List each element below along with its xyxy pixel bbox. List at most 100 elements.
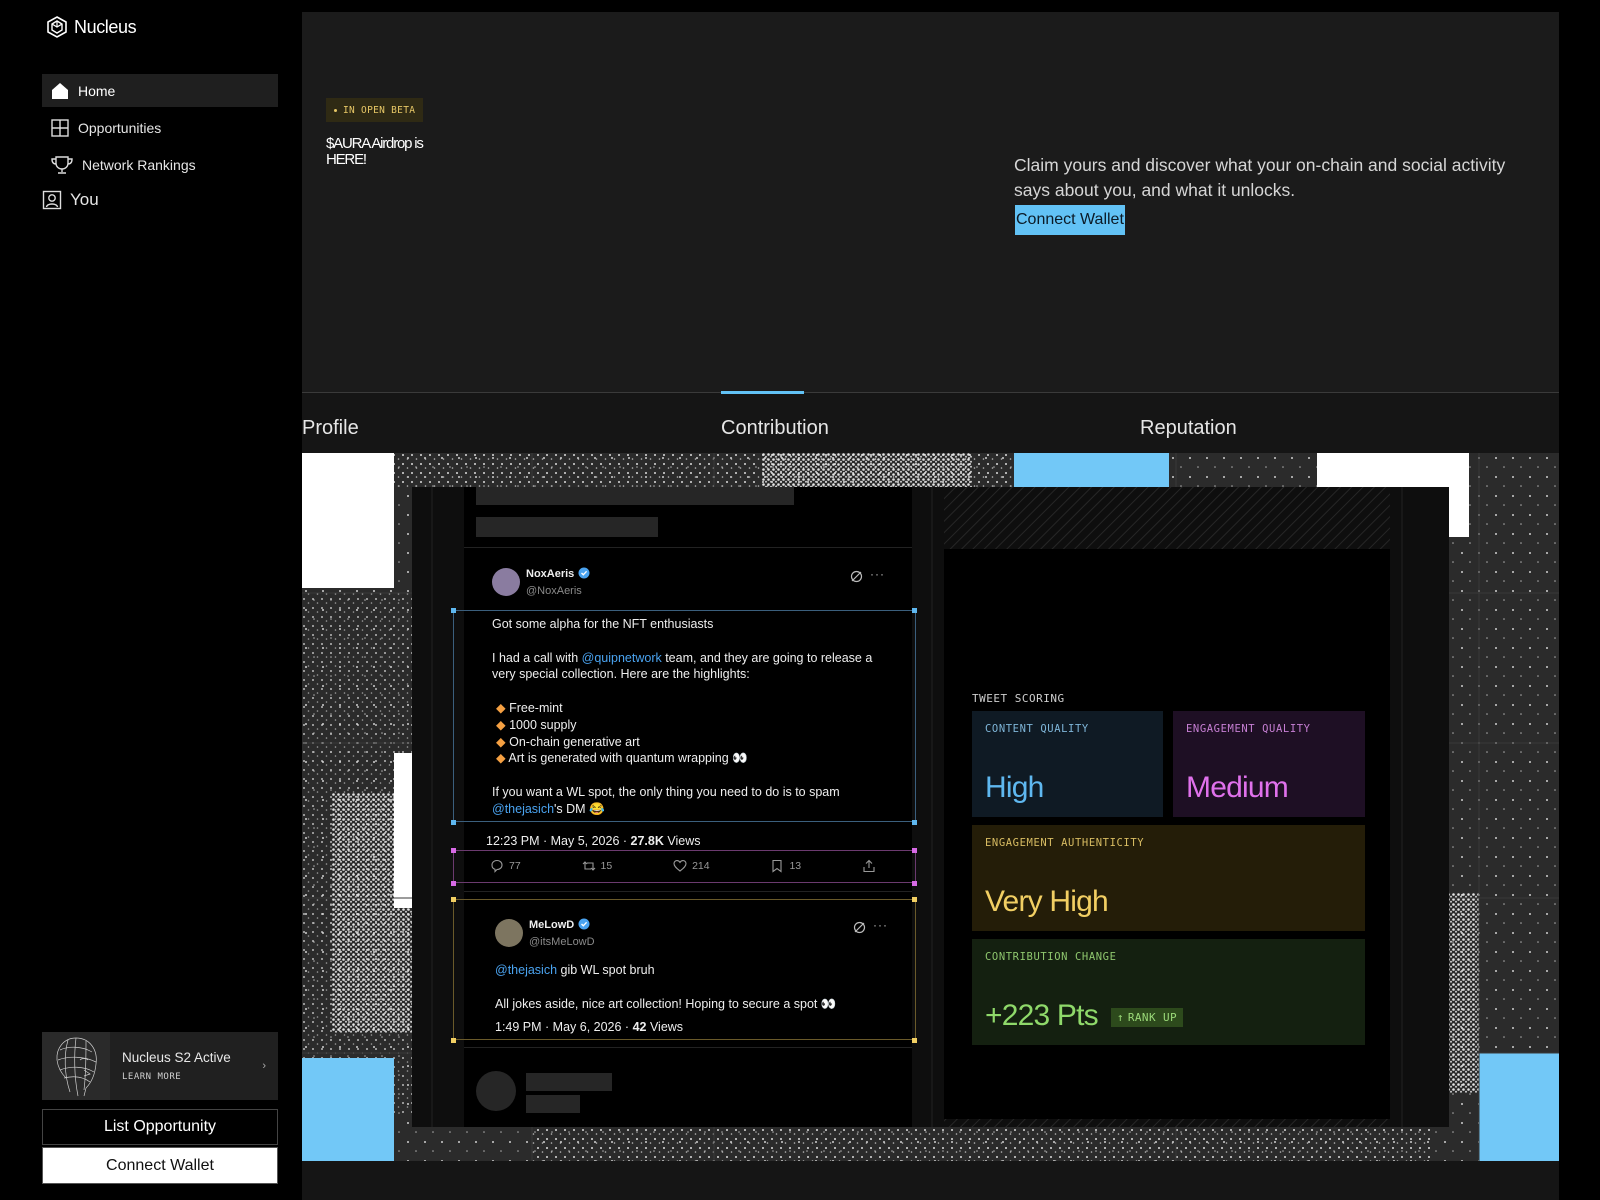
promo-title: Nucleus S2 Active bbox=[122, 1050, 231, 1065]
reply-icon bbox=[491, 859, 503, 873]
beta-badge-label: IN OPEN BETA bbox=[343, 104, 416, 116]
retweet-count: 15 bbox=[600, 860, 613, 872]
diamond-icon: ◆ bbox=[496, 717, 506, 732]
bookmark-button[interactable]: 13 bbox=[770, 859, 801, 873]
reply-body: @thejasich gib WL spot bruh All jokes as… bbox=[495, 962, 895, 1012]
card-value-row: +223 Pts ↑ RANK UP bbox=[985, 999, 1184, 1033]
arrow-up-icon: ↑ bbox=[1116, 1010, 1124, 1024]
mention-link[interactable]: @thejasich bbox=[492, 802, 554, 816]
card-label: ENGAGEMENT QUALITY bbox=[1186, 723, 1311, 735]
share-button[interactable] bbox=[862, 859, 876, 873]
retweet-button[interactable]: 15 bbox=[582, 859, 613, 873]
hero-connect-wallet-button[interactable]: Connect Wallet bbox=[1015, 205, 1125, 235]
sidebar: Nucleus Home Opportunities Network Ranki… bbox=[0, 0, 302, 1200]
avatar[interactable] bbox=[492, 568, 520, 596]
avatar[interactable] bbox=[495, 919, 523, 947]
views-label: Views bbox=[663, 834, 701, 848]
list-item-text: On-chain generative art bbox=[509, 734, 640, 749]
list-item-text: Free-mint bbox=[509, 700, 563, 715]
sidebar-connect-wallet-button[interactable]: Connect Wallet bbox=[42, 1147, 278, 1184]
placeholder-bar bbox=[476, 487, 794, 505]
diamond-icon: ◆ bbox=[496, 751, 506, 766]
nucleus-logo-icon bbox=[47, 16, 67, 38]
placeholder-bar bbox=[526, 1095, 580, 1113]
nav-item-you[interactable]: You bbox=[42, 185, 278, 215]
reply-button[interactable]: 77 bbox=[490, 859, 521, 873]
hero-title: $AURA Airdrop is HERE! bbox=[326, 135, 424, 168]
selection-handle bbox=[912, 848, 917, 853]
mention-link[interactable]: @thejasich bbox=[495, 963, 557, 977]
heart-icon bbox=[673, 860, 687, 872]
placeholder-bar bbox=[476, 517, 658, 537]
bookmark-count: 13 bbox=[789, 860, 802, 872]
selection-handle bbox=[451, 881, 456, 886]
grok-icon[interactable] bbox=[853, 921, 866, 934]
nav-item-opportunities[interactable]: Opportunities bbox=[42, 111, 278, 144]
nav-label: Opportunities bbox=[78, 119, 162, 136]
demo-frame: NoxAeris @NoxAeris ··· Got some alpha fo… bbox=[412, 487, 1449, 1127]
views-count: 42 bbox=[632, 1020, 647, 1034]
nav-label: You bbox=[70, 190, 99, 209]
verified-badge-icon bbox=[578, 567, 590, 579]
list-item: ◆ Art is generated with quantum wrapping… bbox=[496, 750, 892, 767]
selection-handle bbox=[912, 820, 917, 825]
promo-card[interactable]: Nucleus S2 Active LEARN MORE › bbox=[42, 1032, 278, 1100]
divider bbox=[464, 891, 912, 892]
tweet-author-handle: @NoxAeris bbox=[526, 584, 582, 597]
nav-item-network-rankings[interactable]: Network Rankings bbox=[42, 148, 278, 181]
selection-handle bbox=[912, 608, 917, 613]
grok-icon[interactable] bbox=[850, 570, 863, 583]
home-icon bbox=[52, 82, 68, 99]
card-value: Medium bbox=[1186, 771, 1289, 804]
tweet-text: All jokes aside, nice art collection! Ho… bbox=[495, 996, 837, 1011]
card-value: +223 Pts bbox=[985, 999, 1099, 1032]
selection-handle bbox=[451, 848, 456, 853]
more-options-icon[interactable]: ··· bbox=[873, 918, 888, 932]
selection-handle bbox=[451, 820, 456, 825]
engagement-quality-card: ENGAGEMENT QUALITY Medium bbox=[1173, 711, 1365, 817]
more-options-icon[interactable]: ··· bbox=[870, 567, 885, 581]
selection-handle bbox=[912, 881, 917, 886]
tweet-author: MeLowD @itsMeLowD bbox=[529, 916, 595, 951]
rank-up-badge: ↑ RANK UP bbox=[1110, 1007, 1184, 1027]
user-icon bbox=[42, 190, 62, 210]
hero-description: Claim yours and discover what your on-ch… bbox=[1014, 155, 1506, 200]
logo[interactable]: Nucleus bbox=[47, 16, 137, 38]
tweet-author-name[interactable]: NoxAeris bbox=[526, 568, 574, 580]
like-button[interactable]: 214 bbox=[673, 859, 710, 873]
views-count: 27.8K bbox=[630, 834, 664, 848]
promo-thumbnail bbox=[42, 1032, 110, 1100]
promo-learn-more[interactable]: LEARN MORE bbox=[122, 1072, 262, 1082]
mention-link[interactable]: @quipnetwork bbox=[582, 651, 662, 665]
selection-handle bbox=[451, 1038, 456, 1043]
nav-label: Home bbox=[78, 82, 116, 99]
app-name: Nucleus bbox=[74, 16, 137, 37]
tweet-actions: 77 15 214 13 bbox=[490, 859, 876, 873]
tweet-text-part: gib WL spot bruh bbox=[557, 963, 655, 977]
list-item: ◆ 1000 supply bbox=[496, 717, 892, 734]
tweet-text-part: I had a call with bbox=[492, 650, 582, 665]
tweet-text: Got some alpha for the NFT enthusiasts bbox=[492, 617, 714, 631]
views-label: Views bbox=[646, 1020, 684, 1034]
nav-item-home[interactable]: Home bbox=[42, 74, 278, 107]
tweet-author-name[interactable]: MeLowD bbox=[529, 919, 574, 931]
timestamp-text: 1:49 PM · May 6, 2026 · bbox=[495, 1020, 633, 1034]
verified-badge-icon bbox=[578, 918, 590, 930]
tweet-text: @thejasich gib WL spot bruh bbox=[495, 962, 895, 979]
tweet-text-part: 's DM 😂 bbox=[554, 801, 605, 816]
hero-banner: IN OPEN BETA $AURA Airdrop is HERE! Clai… bbox=[302, 12, 1559, 392]
list-item: ◆ Free-mint bbox=[496, 700, 892, 717]
card-value: High bbox=[985, 771, 1044, 804]
grid-icon bbox=[51, 118, 69, 137]
engagement-authenticity-card: ENGAGEMENT AUTHENTICITY Very High bbox=[972, 825, 1365, 931]
divider bbox=[464, 547, 912, 548]
list-item-text: Art is generated with quantum wrapping 👀 bbox=[508, 751, 748, 766]
contribution-change-card: CONTRIBUTION CHANGE +223 Pts ↑ RANK UP bbox=[972, 939, 1365, 1045]
list-opportunity-button[interactable]: List Opportunity bbox=[42, 1109, 278, 1145]
card-value: Very High bbox=[985, 885, 1109, 918]
beta-badge: IN OPEN BETA bbox=[326, 98, 424, 122]
tweet-body: Got some alpha for the NFT enthusiasts I… bbox=[492, 616, 892, 818]
tweet-author-handle: @itsMeLowD bbox=[529, 935, 595, 948]
wireframe-head-icon bbox=[56, 1037, 97, 1097]
tweet-text: @thejasich's DM 😂 bbox=[492, 801, 892, 818]
